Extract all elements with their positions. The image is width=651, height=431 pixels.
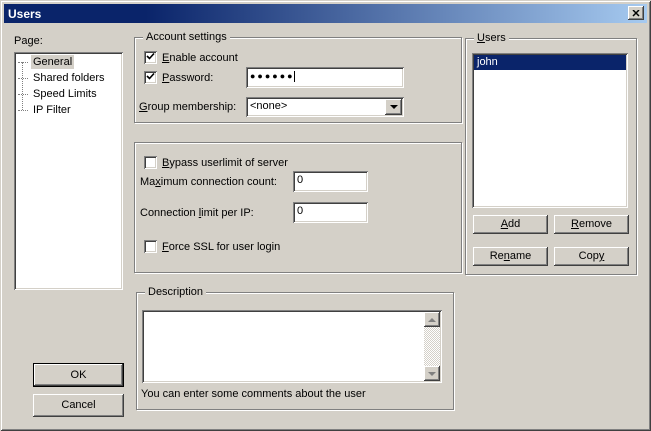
users-legend: Users	[474, 32, 509, 45]
force-ssl-label: Force SSL for user login	[162, 241, 280, 254]
window-title: Users	[8, 7, 41, 21]
tree-item-speed-limits[interactable]: Speed Limits	[14, 86, 123, 102]
tree-item-label: IP Filter	[31, 103, 73, 117]
chevron-up-icon	[428, 314, 436, 322]
description-textarea[interactable]	[142, 310, 442, 383]
tree-item-label: Speed Limits	[31, 87, 99, 101]
account-settings-legend: Account settings	[143, 31, 230, 44]
tree-item-shared-folders[interactable]: Shared folders	[14, 70, 123, 86]
tree-branch-icon	[18, 94, 28, 95]
users-dialog: Users Page: General Shared folders Speed…	[0, 0, 651, 431]
enable-account-label: Enable account	[162, 52, 238, 65]
tree-branch-icon	[18, 62, 28, 63]
ip-limit-label: Connection limit per IP:	[140, 207, 254, 220]
max-connection-label: Maximum connection count:	[140, 176, 277, 189]
remove-button[interactable]: Remove	[554, 215, 629, 234]
description-hint: You can enter some comments about the us…	[141, 388, 366, 401]
tree-branch-icon	[18, 110, 28, 111]
password-checkbox[interactable]	[144, 71, 157, 84]
copy-button-label: Copy	[579, 250, 605, 263]
scroll-up-button[interactable]	[424, 312, 440, 327]
chevron-down-icon	[428, 372, 436, 380]
copy-button[interactable]: Copy	[554, 247, 629, 266]
password-masked-value: ●●●●●●	[250, 71, 295, 81]
description-legend: Description	[145, 286, 206, 299]
password-label: Password:	[162, 72, 213, 85]
combo-dropdown-button[interactable]	[385, 99, 402, 115]
tree-item-general[interactable]: General	[14, 54, 123, 70]
check-icon	[146, 53, 155, 61]
group-membership-select[interactable]: <none>	[246, 97, 404, 117]
vertical-scrollbar[interactable]	[424, 312, 440, 381]
chevron-down-icon	[390, 105, 398, 113]
close-button[interactable]	[628, 6, 644, 20]
enable-account-checkbox[interactable]	[144, 51, 157, 64]
user-list-item-john[interactable]: john	[474, 55, 626, 70]
ok-button[interactable]: OK	[33, 363, 124, 387]
max-connection-input[interactable]: 0	[293, 171, 368, 192]
rename-button[interactable]: Rename	[473, 247, 548, 266]
ip-limit-input[interactable]: 0	[293, 202, 368, 223]
bypass-userlimit-label: Bypass userlimit of server	[162, 157, 288, 170]
scroll-down-button[interactable]	[424, 366, 440, 381]
tree-connector-line	[22, 62, 23, 110]
check-icon	[146, 73, 155, 81]
group-membership-value: <none>	[250, 100, 287, 112]
group-membership-label: Group membership:	[139, 101, 236, 114]
page-tree[interactable]: General Shared folders Speed Limits IP F…	[14, 52, 123, 290]
close-icon	[632, 10, 640, 17]
add-button-label: Add	[501, 218, 521, 231]
password-input[interactable]: ●●●●●●	[246, 67, 404, 88]
rename-button-label: Rename	[490, 250, 532, 263]
force-ssl-checkbox[interactable]	[144, 240, 157, 253]
cancel-button[interactable]: Cancel	[33, 394, 124, 417]
tree-item-label: General	[31, 55, 74, 69]
text-caret	[294, 71, 295, 82]
tree-item-label: Shared folders	[31, 71, 107, 85]
page-label: Page:	[14, 35, 43, 48]
remove-button-label: Remove	[571, 218, 612, 231]
tree-branch-icon	[18, 78, 28, 79]
title-bar[interactable]: Users	[4, 4, 647, 23]
users-list[interactable]: john	[472, 53, 628, 208]
tree-item-ip-filter[interactable]: IP Filter	[14, 102, 123, 118]
bypass-userlimit-checkbox[interactable]	[144, 156, 157, 169]
add-button[interactable]: Add	[473, 215, 548, 234]
